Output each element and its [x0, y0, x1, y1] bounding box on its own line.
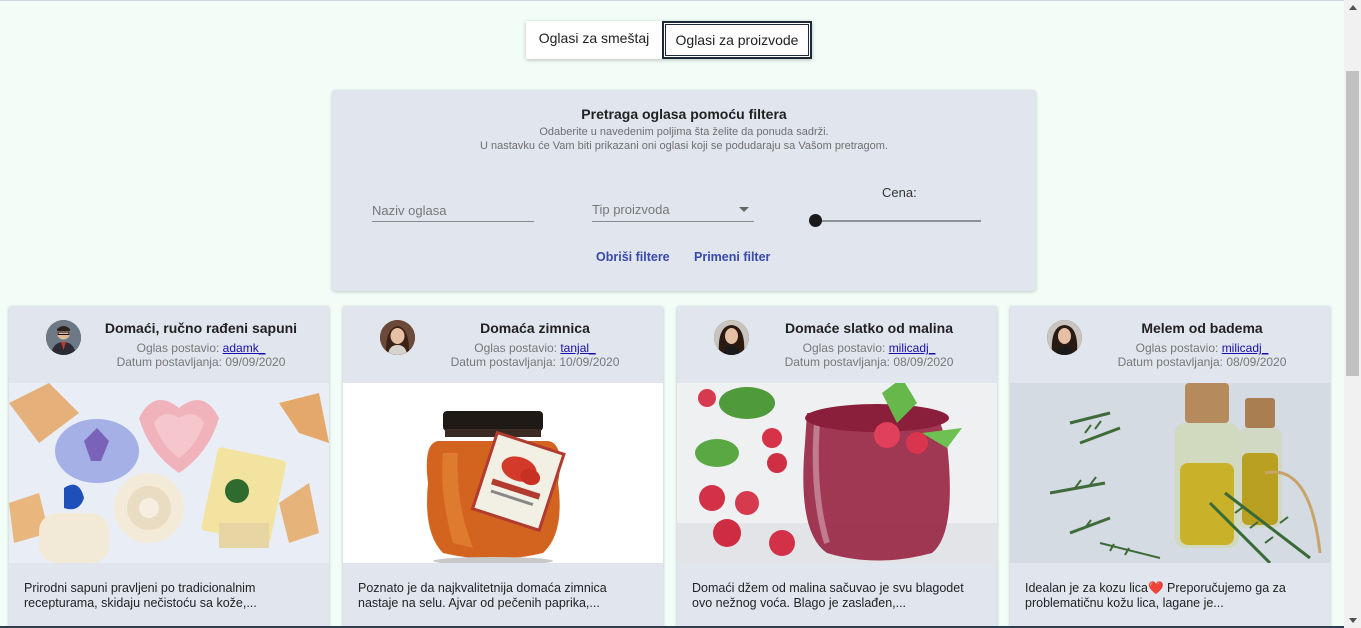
- author-link[interactable]: milicadj_: [1222, 341, 1269, 355]
- card-description: Domaći džem od malina sačuvao je svu bla…: [692, 581, 964, 610]
- vertical-scrollbar[interactable]: [1344, 0, 1361, 628]
- author-link[interactable]: milicadj_: [889, 341, 936, 355]
- filter-title: Pretraga oglasa pomoću filtera: [581, 106, 787, 122]
- posted-by: Oglas postavio: milicadj_: [1135, 341, 1269, 355]
- price-label: Cena:: [882, 185, 917, 200]
- card-image[interactable]: [9, 383, 329, 563]
- name-input-placeholder: Naziv oglasa: [372, 203, 447, 218]
- card-title: Domaći, ručno rađeni sapuni: [104, 320, 298, 336]
- card-image[interactable]: [677, 378, 997, 563]
- card-image[interactable]: [343, 383, 663, 565]
- listing-tabs: Oglasi za smeštaj Oglasi za proizvode: [526, 21, 812, 59]
- chevron-down-icon: [739, 207, 749, 212]
- author-link[interactable]: tanjal_: [560, 341, 595, 355]
- posted-by: Oglas postavio: milicadj_: [802, 341, 936, 355]
- top-border: [0, 0, 1344, 1]
- name-input[interactable]: Naziv oglasa: [372, 200, 534, 222]
- filter-subtitle-2: U nastavku će Vam biti prikazani oni ogl…: [479, 140, 889, 152]
- listing-card[interactable]: Domaći, ručno rađeni sapuni Oglas postav…: [9, 306, 329, 628]
- card-title: Melem od badema: [1141, 320, 1263, 336]
- filter-subtitle-1: Odaberite u navedenim poljima šta želite…: [539, 126, 829, 138]
- post-date: Datum postavljanja: 09/09/2020: [116, 355, 286, 369]
- card-title: Domaće slatko od malina: [784, 320, 954, 336]
- clear-filters-button[interactable]: Obriši filtere: [596, 250, 670, 264]
- product-type-placeholder: Tip proizvoda: [592, 202, 670, 217]
- card-image[interactable]: [1010, 383, 1330, 565]
- tab-accommodation[interactable]: Oglasi za smeštaj: [526, 21, 662, 59]
- listing-card[interactable]: Domaće slatko od malina Oglas postavio: …: [677, 306, 997, 628]
- card-description: Idealan je za kozu lica❤️ Preporučujemo …: [1025, 581, 1286, 610]
- scroll-thumb[interactable]: [1346, 71, 1359, 376]
- post-date: Datum postavljanja: 08/09/2020: [784, 355, 954, 369]
- posted-by: Oglas postavio: adamk_: [136, 341, 266, 355]
- product-type-select[interactable]: Tip proizvoda: [592, 199, 754, 222]
- apply-filter-button[interactable]: Primeni filter: [694, 250, 770, 264]
- card-title: Domaća zimnica: [480, 320, 590, 336]
- post-date: Datum postavljanja: 10/09/2020: [450, 355, 620, 369]
- price-slider-thumb[interactable]: [809, 214, 822, 227]
- author-link[interactable]: adamk_: [223, 341, 266, 355]
- tab-products[interactable]: Oglasi za proizvode: [662, 21, 812, 59]
- post-date: Datum postavljanja: 08/09/2020: [1117, 355, 1287, 369]
- listing-card[interactable]: Melem od badema Oglas postavio: milicadj…: [1010, 306, 1330, 628]
- card-description: Poznato je da najkvalitetnija domaća zim…: [358, 581, 607, 610]
- scroll-up-icon[interactable]: [1349, 5, 1357, 10]
- filter-panel: Pretraga oglasa pomoću filtera Odaberite…: [332, 90, 1036, 291]
- posted-by: Oglas postavio: tanjal_: [474, 341, 596, 355]
- listing-card[interactable]: Domaća zimnica Oglas postavio: tanjal_ D…: [343, 306, 663, 628]
- price-slider-track[interactable]: [814, 220, 981, 222]
- card-description: Prirodni sapuni pravljeni po tradicional…: [24, 581, 257, 610]
- scroll-down-icon[interactable]: [1349, 618, 1357, 623]
